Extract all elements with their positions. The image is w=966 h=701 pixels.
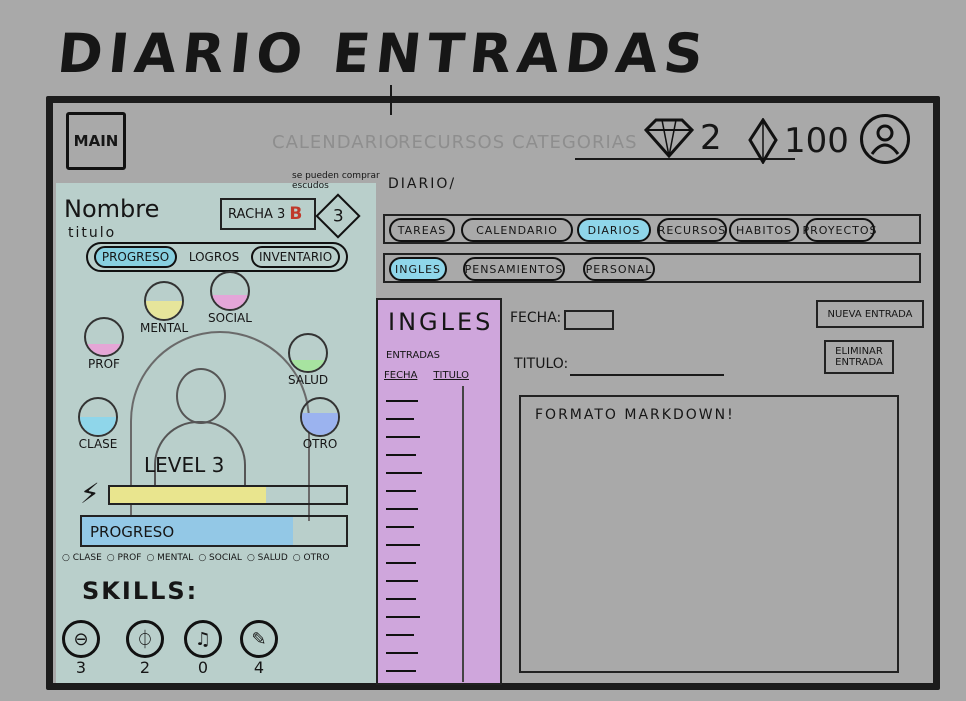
gems-counter: 2 [644,118,722,158]
gems-value: 2 [700,118,722,158]
stat-other[interactable]: OTRO [300,397,340,451]
list-item[interactable] [386,544,420,546]
skills-title: SKILLS: [82,577,199,605]
section-tabs: TAREAS CALENDARIO DIARIOS RECURSOS HABIT… [383,214,921,244]
new-entry-button[interactable]: NUEVA ENTRADA [816,300,924,328]
list-item[interactable] [386,670,416,672]
user-icon [870,124,900,155]
list-item[interactable] [386,400,418,402]
list-item[interactable] [386,526,414,528]
skill-icon: ⊖ [62,620,100,658]
crystals-counter: 100 [748,118,849,164]
list-item[interactable] [386,616,420,618]
stat-mental[interactable]: MENTAL [140,281,188,335]
level-label: LEVEL 3 [144,453,225,477]
tab-projects[interactable]: PROYECTOS [802,218,877,242]
title-label: TITULO: [514,356,569,372]
main-button[interactable]: MAIN [66,112,126,170]
list-item[interactable] [386,418,414,420]
flame-icon: B [289,204,303,224]
skill-3[interactable]: ♫ 0 [184,620,222,677]
divider [390,85,392,115]
stat-social[interactable]: SOCIAL [208,271,252,325]
character-name: Nombre [64,195,160,223]
tab-achievements[interactable]: LOGROS [189,250,239,264]
entries-list: INGLES ENTRADAS FECHA TITULO [376,298,502,685]
skill-2[interactable]: ⏀ 2 [126,620,164,677]
user-avatar-button[interactable] [860,114,910,164]
tab-inventory[interactable]: INVENTARIO [250,246,341,268]
page-title: DIARIO ENTRADAS [54,22,713,85]
skill-4[interactable]: ✎ 4 [240,620,278,677]
tab-ingles[interactable]: INGLES [389,257,447,281]
music-icon: ♫ [184,620,222,658]
tab-resources[interactable]: RECURSOS [657,218,727,242]
breadcrumb: DIARIO/ [388,176,457,192]
list-item[interactable] [386,634,414,636]
list-item[interactable] [386,508,418,510]
journal-tabs: INGLES PENSAMIENTOS PERSONAL [383,253,921,283]
date-input[interactable] [564,310,614,330]
tab-journals[interactable]: DIARIOS [577,218,651,242]
shield-count: 3 [332,205,344,226]
list-item[interactable] [386,598,416,600]
tab-pensamientos[interactable]: PENSAMIENTOS [463,257,565,281]
avatar-head [176,368,226,424]
stat-legend: ○ CLASE ○ PROF ○ MENTAL ○ SOCIAL ○ SALUD… [62,553,330,563]
markdown-editor[interactable]: FORMATO MARKDOWN! [519,395,899,673]
tab-habits[interactable]: HABITOS [729,218,799,242]
list-item[interactable] [386,580,418,582]
journal-title: INGLES [388,308,494,336]
nav-ghost-calendar: CALENDARIO [272,132,400,153]
header-title[interactable]: TITULO [433,370,469,381]
title-input[interactable] [570,374,724,376]
progress-bar: PROGRESO [80,515,348,547]
header-date[interactable]: FECHA [384,370,417,381]
editor-placeholder: FORMATO MARKDOWN! [535,407,735,423]
xp-bar [108,485,348,505]
tab-tasks[interactable]: TAREAS [389,218,455,242]
entries-label: ENTRADAS [386,350,441,361]
date-label: FECHA: [510,310,562,326]
skill-1[interactable]: ⊖ 3 [62,620,100,677]
list-item[interactable] [386,472,422,474]
crystal-icon [748,118,778,164]
crystals-value: 100 [784,121,849,161]
list-headers: FECHA TITULO [384,370,469,381]
stat-health[interactable]: SALUD [288,333,328,387]
tab-calendar[interactable]: CALENDARIO [461,218,573,242]
tab-progress[interactable]: PROGRESO [93,246,178,268]
progress-label: PROGRESO [90,523,175,541]
pen-icon: ✎ [240,620,278,658]
shield-counter[interactable]: 3 [315,193,361,239]
tab-personal[interactable]: PERSONAL [583,257,655,281]
list-item[interactable] [386,490,416,492]
lightning-icon: ⚡ [80,477,100,510]
streak-box: RACHA 3 B [220,198,316,230]
list-item[interactable] [386,652,418,654]
character-tabs: PROGRESO LOGROS INVENTARIO [86,242,348,272]
streak-label: RACHA 3 [228,206,286,222]
list-item[interactable] [386,436,420,438]
character-title: titulo [68,225,117,241]
column-divider [462,386,464,682]
diamond-icon [644,118,694,158]
list-item[interactable] [386,454,416,456]
list-item[interactable] [386,562,416,564]
nav-ghost-categories: CATEGORIAS [512,132,638,153]
nav-ghost-resources: RECURSOS [398,132,506,153]
delete-entry-button[interactable]: ELIMINAR ENTRADA [824,340,894,374]
skill-icon: ⏀ [126,620,164,658]
stat-class[interactable]: CLASE [78,397,118,451]
streak-note: se pueden comprar escudos [292,171,380,191]
stat-prof[interactable]: PROF [84,317,124,371]
character-panel: Nombre titulo RACHA 3 B 3 se pueden comp… [56,171,380,683]
